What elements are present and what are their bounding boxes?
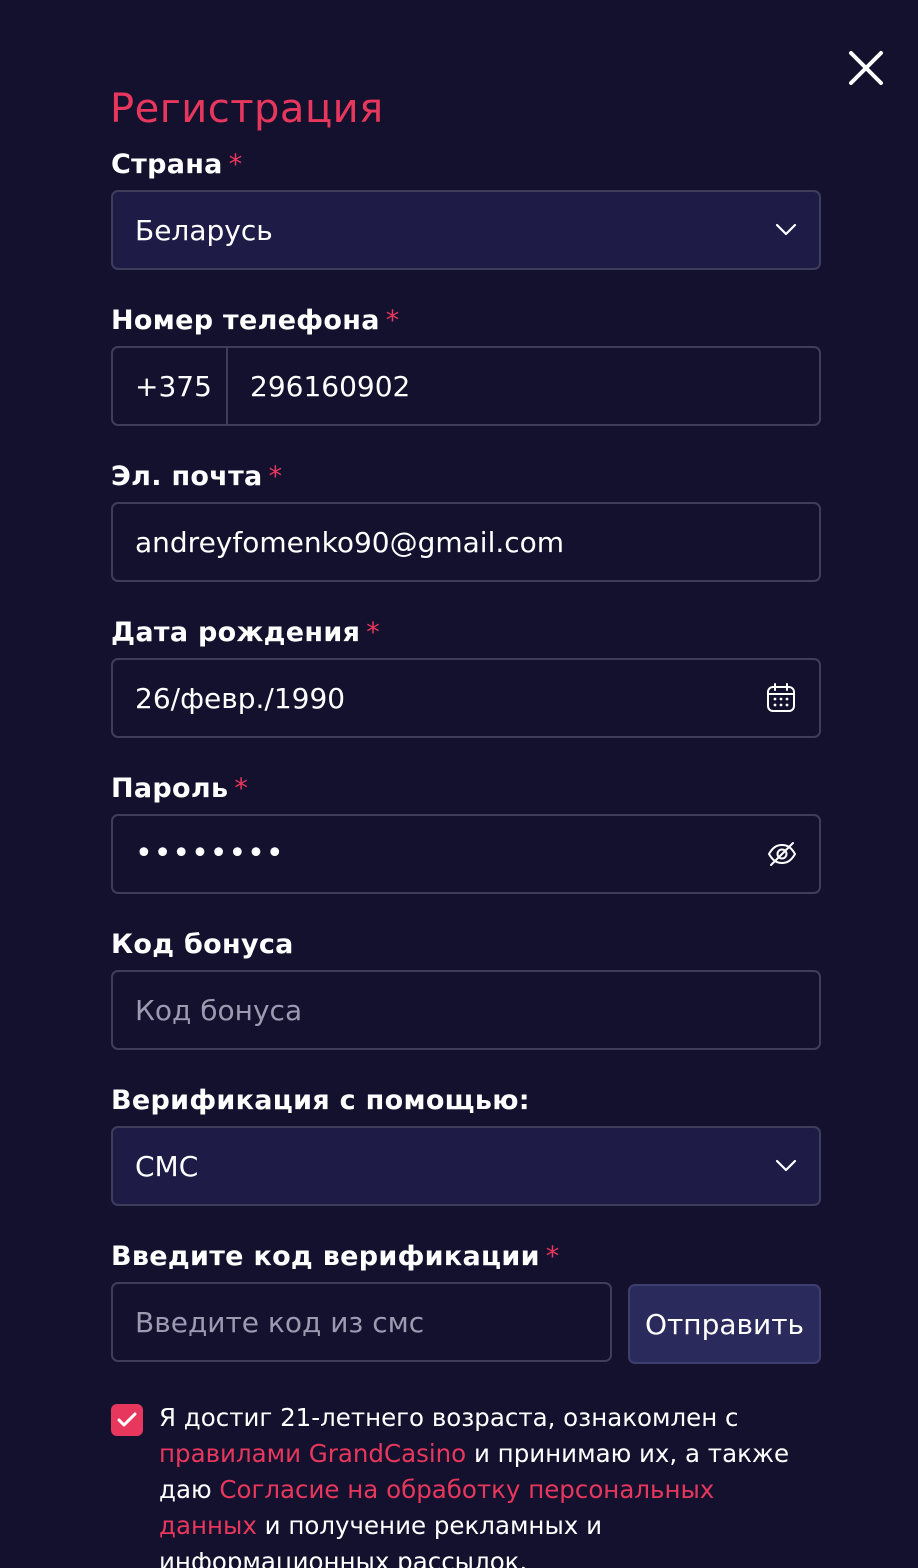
verification-method-select[interactable]: СМС: [111, 1126, 821, 1206]
country-select[interactable]: Беларусь: [111, 190, 821, 270]
birthdate-value: 26/февр./1990: [135, 681, 346, 715]
country-label: Страна *: [111, 149, 243, 180]
required-mark: *: [385, 305, 400, 336]
country-value: Беларусь: [135, 213, 273, 247]
consent-text: Я достиг 21-летнего возраста, ознакомлен…: [159, 1403, 790, 1568]
required-mark: *: [366, 617, 381, 648]
phone-label: Номер телефона *: [111, 305, 400, 336]
email-field[interactable]: andreyfomenko90@gmail.com: [111, 502, 821, 582]
bonus-code-input[interactable]: Код бонуса: [111, 970, 821, 1050]
consent-checkbox[interactable]: [111, 1404, 143, 1436]
verification-method-value: СМС: [135, 1149, 199, 1183]
page-title: Регистрация: [110, 86, 384, 132]
bonus-placeholder: Код бонуса: [135, 993, 303, 1027]
required-mark: *: [545, 1241, 560, 1272]
required-mark: *: [228, 149, 243, 180]
birthdate-field[interactable]: 26/февр./1990: [111, 658, 821, 738]
chevron-down-icon: [775, 223, 797, 237]
send-code-button[interactable]: Отправить: [628, 1284, 821, 1364]
verification-code-input[interactable]: Введите код из смс: [111, 1282, 612, 1362]
phone-field: +375 296160902: [111, 346, 821, 426]
birthdate-label: Дата рождения *: [111, 617, 381, 648]
password-value: ••••••••: [135, 836, 285, 871]
eye-off-icon[interactable]: [767, 841, 797, 867]
check-icon: [117, 1412, 137, 1427]
required-mark: *: [268, 461, 283, 492]
verification-code-placeholder: Введите код из смс: [135, 1305, 425, 1339]
required-mark: *: [234, 773, 249, 804]
close-icon[interactable]: [848, 50, 884, 86]
password-label: Пароль *: [111, 773, 249, 804]
registration-modal: Регистрация Страна * Беларусь Номер телеф…: [2, 2, 918, 1568]
phone-prefix[interactable]: +375: [113, 348, 228, 424]
email-label: Эл. почта *: [111, 461, 283, 492]
verification-method-label: Верификация с помощью:: [111, 1085, 530, 1116]
email-value: andreyfomenko90@gmail.com: [135, 525, 565, 559]
phone-input[interactable]: 296160902: [228, 370, 410, 403]
password-field[interactable]: ••••••••: [111, 814, 821, 894]
verification-code-label: Введите код верификации *: [111, 1241, 560, 1272]
chevron-down-icon: [775, 1159, 797, 1173]
calendar-icon[interactable]: [765, 682, 797, 714]
rules-link[interactable]: правилами GrandCasino: [159, 1439, 466, 1468]
bonus-label: Код бонуса: [111, 929, 294, 960]
